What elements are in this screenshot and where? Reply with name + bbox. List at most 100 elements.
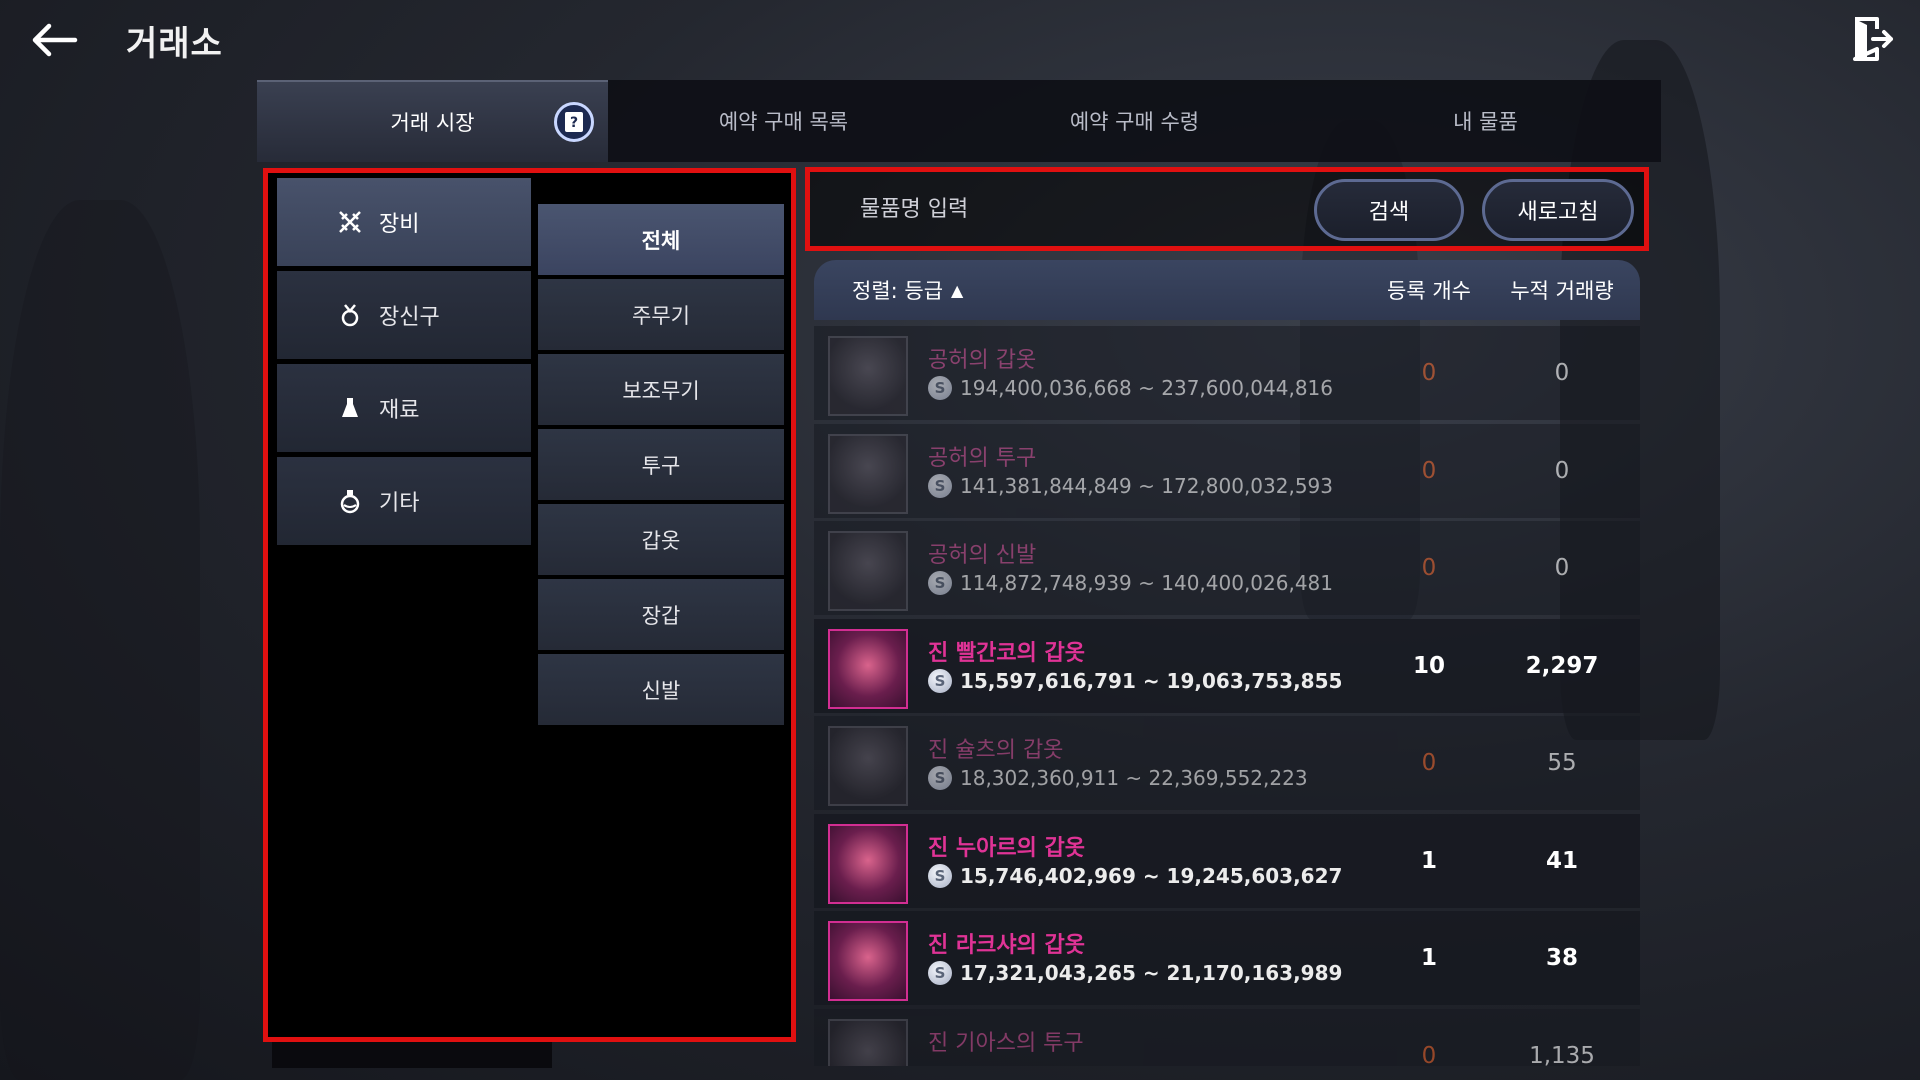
silver-coin-icon: S xyxy=(928,473,952,498)
item-count: 1 xyxy=(1420,945,1437,971)
item-row[interactable]: 공허의 갑옷 S 194,400,036,668 ~ 237,600,044,81… xyxy=(814,326,1640,420)
medal-icon xyxy=(337,302,363,328)
item-count: 0 xyxy=(1421,555,1437,581)
item-count: 10 xyxy=(1412,652,1445,679)
category-equipment[interactable]: 장비 xyxy=(277,178,531,266)
category-label: 장신구 xyxy=(379,305,440,330)
silver-coin-icon: S xyxy=(928,668,952,693)
subcategory-list: 전체 주무기 보조무기 투구 갑옷 장갑 신발 xyxy=(538,204,784,729)
helmet-thumbnail-icon xyxy=(828,433,908,514)
price-range: 194,400,036,668 ~ 237,600,044,816 xyxy=(960,376,1334,400)
item-price: S 141,381,844,849 ~ 172,800,032,593 xyxy=(928,473,1334,498)
item-count: 1 xyxy=(1420,847,1437,874)
subcategory-all[interactable]: 전체 xyxy=(538,204,784,275)
item-volume: 0 xyxy=(1554,457,1570,484)
item-volume: 0 xyxy=(1554,360,1570,386)
item-price: S 15,746,402,969 ~ 19,245,603,627 xyxy=(928,863,1342,888)
item-name: 진 슐츠의 갑옷 xyxy=(928,738,1064,763)
column-header-count: 등록 개수 xyxy=(1387,279,1471,303)
item-volume: 38 xyxy=(1545,945,1578,971)
item-list: 공허의 갑옷 S 194,400,036,668 ~ 237,600,044,81… xyxy=(814,326,1640,1066)
crossed-swords-icon xyxy=(337,209,363,235)
silver-coin-icon: S xyxy=(928,376,952,400)
item-volume: 55 xyxy=(1547,750,1577,776)
item-name: 진 기아스의 투구 xyxy=(928,1030,1084,1056)
item-volume: 1,135 xyxy=(1529,1042,1595,1067)
item-row[interactable]: 진 기아스의 투구 0 1,135 xyxy=(814,1008,1640,1067)
subcategory-helmet[interactable]: 투구 xyxy=(538,429,784,500)
category-label: 재료 xyxy=(379,398,420,423)
exit-door-icon xyxy=(1853,17,1893,61)
item-name: 진 라크샤의 갑옷 xyxy=(928,933,1085,958)
silver-coin-icon: S xyxy=(928,766,952,790)
category-list: 장비 장신구 재료 기타 xyxy=(277,178,531,550)
item-row[interactable]: 공허의 투구 S 141,381,844,849 ~ 172,800,032,59… xyxy=(814,423,1640,518)
silver-coin-icon: S xyxy=(928,571,952,595)
search-button[interactable]: 검색 xyxy=(1314,179,1464,241)
tab-market[interactable]: 거래 시장 ? xyxy=(257,80,608,162)
subcategory-main-weapon[interactable]: 주무기 xyxy=(538,279,784,350)
page-title: 거래소 xyxy=(126,24,223,64)
help-book-icon: ? xyxy=(565,112,583,132)
silver-coin-icon: S xyxy=(928,863,952,888)
item-row[interactable]: 진 빨간코의 갑옷 S 15,597,616,791 ~ 19,063,753,8… xyxy=(814,618,1640,713)
subcategory-shoes[interactable]: 신발 xyxy=(538,654,784,725)
search-panel: 검색 새로고침 xyxy=(805,167,1649,251)
search-input[interactable] xyxy=(818,178,1338,240)
category-material[interactable]: 재료 xyxy=(277,364,531,452)
sort-label: 정렬: 등급 xyxy=(852,279,944,303)
item-volume: 0 xyxy=(1554,555,1570,581)
item-row[interactable]: 진 라크샤의 갑옷 S 17,321,043,265 ~ 21,170,163,9… xyxy=(814,911,1640,1005)
item-name: 공허의 갑옷 xyxy=(928,348,1037,373)
item-price: S 114,872,748,939 ~ 140,400,026,481 xyxy=(928,571,1333,595)
item-name: 진 누아르의 갑옷 xyxy=(928,835,1085,861)
flask-icon xyxy=(337,395,363,421)
column-header-volume: 누적 거래량 xyxy=(1510,279,1614,303)
subcategory-armor[interactable]: 갑옷 xyxy=(538,504,784,575)
item-count: 0 xyxy=(1421,457,1437,484)
background-tree xyxy=(0,200,200,1080)
item-count: 0 xyxy=(1421,750,1437,776)
panel-footer-strip xyxy=(272,1042,552,1068)
boots-thumbnail-icon xyxy=(828,531,908,611)
price-range: 18,302,360,911 ~ 22,369,552,223 xyxy=(960,766,1308,790)
item-row[interactable]: 공허의 신발 S 114,872,748,939 ~ 140,400,026,48… xyxy=(814,521,1640,615)
refresh-button[interactable]: 새로고침 xyxy=(1482,179,1634,241)
item-volume: 2,297 xyxy=(1525,652,1599,679)
category-accessory[interactable]: 장신구 xyxy=(277,271,531,359)
item-price: S 194,400,036,668 ~ 237,600,044,816 xyxy=(928,376,1333,400)
back-button[interactable] xyxy=(26,18,82,62)
item-price: S 15,597,616,791 ~ 19,063,753,855 xyxy=(928,668,1343,693)
item-name: 공허의 신발 xyxy=(928,543,1037,568)
item-row[interactable]: 진 슐츠의 갑옷 S 18,302,360,911 ~ 22,369,552,22… xyxy=(814,716,1640,810)
subcategory-sub-weapon[interactable]: 보조무기 xyxy=(538,354,784,425)
helmet-thumbnail-icon xyxy=(828,1018,908,1066)
item-volume: 41 xyxy=(1545,847,1578,874)
tab-bar: 거래 시장 ? 예약 구매 목록 예약 구매 수령 내 물품 xyxy=(257,80,1661,162)
tab-my-items[interactable]: 내 물품 xyxy=(1310,80,1661,162)
price-range: 141,381,844,849 ~ 172,800,032,593 xyxy=(960,473,1334,498)
sort-up-icon: ▲ xyxy=(951,280,964,300)
help-button[interactable]: ? xyxy=(554,102,594,142)
armor-thumbnail-icon xyxy=(828,823,908,904)
subcategory-gloves[interactable]: 장갑 xyxy=(538,579,784,650)
arrow-left-icon xyxy=(32,23,78,57)
price-range: 15,597,616,791 ~ 19,063,753,855 xyxy=(960,668,1343,693)
armor-thumbnail-icon xyxy=(828,726,908,806)
armor-thumbnail-icon xyxy=(828,921,908,1001)
tab-reservation-receive[interactable]: 예약 구매 수령 xyxy=(959,80,1310,162)
category-panel: 장비 장신구 재료 기타 전체 주무기 보조무기 투구 갑옷 장갑 신발 xyxy=(263,168,796,1042)
exit-button[interactable] xyxy=(1848,14,1898,64)
item-price: S 17,321,043,265 ~ 21,170,163,989 xyxy=(928,961,1342,985)
category-label: 기타 xyxy=(379,491,420,516)
armor-thumbnail-icon xyxy=(828,628,908,709)
item-row[interactable]: 진 누아르의 갑옷 S 15,746,402,969 ~ 19,245,603,6… xyxy=(814,813,1640,908)
sort-button[interactable]: 정렬: 등급 ▲ xyxy=(852,275,963,305)
tab-reservation-list[interactable]: 예약 구매 목록 xyxy=(608,80,959,162)
potion-icon xyxy=(337,488,363,514)
price-range: 114,872,748,939 ~ 140,400,026,481 xyxy=(960,571,1334,595)
category-label: 장비 xyxy=(379,212,420,237)
tab-label: 거래 시장 xyxy=(390,111,475,135)
item-count: 0 xyxy=(1421,360,1437,386)
category-etc[interactable]: 기타 xyxy=(277,457,531,545)
